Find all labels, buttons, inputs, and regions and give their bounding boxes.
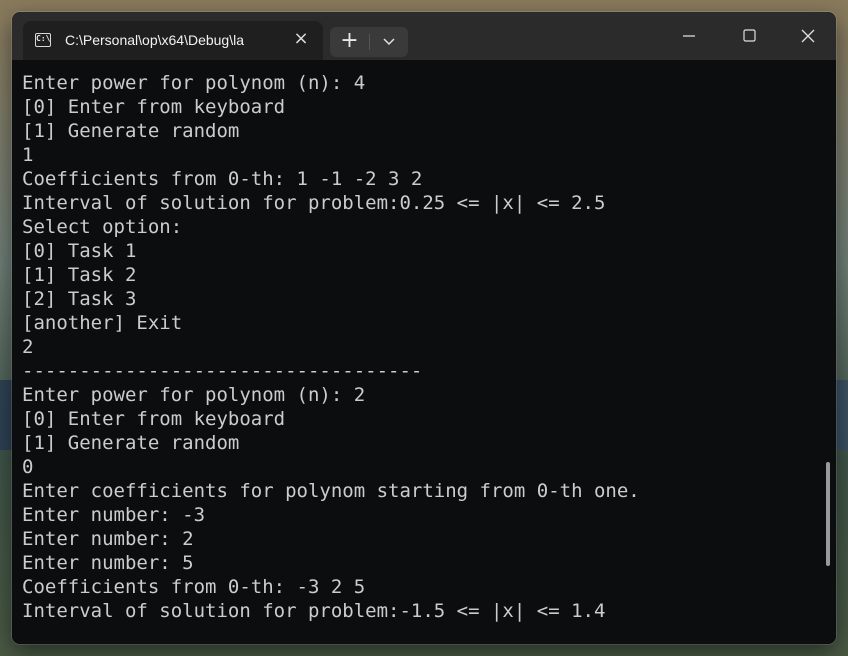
minimize-icon: [683, 35, 695, 37]
terminal-line: Coefficients from 0-th: 1 -1 -2 3 2: [22, 168, 423, 190]
terminal-line: Enter power for polynom (n): 2: [22, 384, 366, 406]
new-tab-group: +: [330, 27, 408, 57]
terminal-output[interactable]: Enter power for polynom (n): 4 [0] Enter…: [12, 60, 836, 644]
tab-close-button[interactable]: ×: [291, 29, 311, 49]
tab-dropdown-button[interactable]: [370, 27, 408, 57]
maximize-button[interactable]: [720, 12, 778, 60]
terminal-line: Enter power for polynom (n): 4: [22, 72, 366, 94]
terminal-line: Coefficients from 0-th: -3 2 5: [22, 576, 366, 598]
terminal-line: 0: [22, 456, 34, 478]
terminal-line: [0] Task 1: [22, 240, 137, 262]
terminal-line: [1] Generate random: [22, 120, 240, 142]
close-window-button[interactable]: [778, 12, 836, 60]
terminal-line: -----------------------------------: [22, 360, 423, 382]
terminal-line: Enter coefficients for polynom starting …: [22, 480, 640, 502]
minimize-button[interactable]: [660, 12, 718, 60]
terminal-lines: Enter power for polynom (n): 4 [0] Enter…: [22, 72, 640, 624]
close-icon: [801, 29, 815, 43]
terminal-line: [2] Task 3: [22, 288, 137, 310]
terminal-line: [another] Exit: [22, 312, 183, 334]
new-tab-button[interactable]: +: [330, 27, 369, 57]
terminal-line: Enter number: -3: [22, 504, 206, 526]
terminal-line: Interval of solution for problem:-1.5 <=…: [22, 600, 606, 622]
chevron-down-icon: [383, 38, 395, 46]
terminal-line: [1] Generate random: [22, 432, 240, 454]
terminal-window: C:\ C:\Personal\op\x64\Debug\la × + Ente…: [12, 12, 836, 644]
terminal-line: Interval of solution for problem:0.25 <=…: [22, 192, 606, 214]
terminal-icon: C:\: [35, 33, 51, 47]
terminal-line: Enter number: 5: [22, 552, 194, 574]
terminal-line: [0] Enter from keyboard: [22, 96, 286, 118]
title-bar[interactable]: C:\ C:\Personal\op\x64\Debug\la × +: [12, 12, 836, 60]
terminal-line: [0] Enter from keyboard: [22, 408, 286, 430]
terminal-line: 1: [22, 144, 34, 166]
maximize-icon: [743, 29, 756, 42]
vertical-scrollbar[interactable]: [826, 462, 830, 566]
terminal-line: [1] Task 2: [22, 264, 137, 286]
terminal-line: 2: [22, 336, 34, 358]
terminal-line: Select option:: [22, 216, 183, 238]
terminal-line: Enter number: 2: [22, 528, 194, 550]
tab-active[interactable]: C:\ C:\Personal\op\x64\Debug\la ×: [23, 21, 323, 60]
tab-title: C:\Personal\op\x64\Debug\la: [65, 32, 244, 48]
